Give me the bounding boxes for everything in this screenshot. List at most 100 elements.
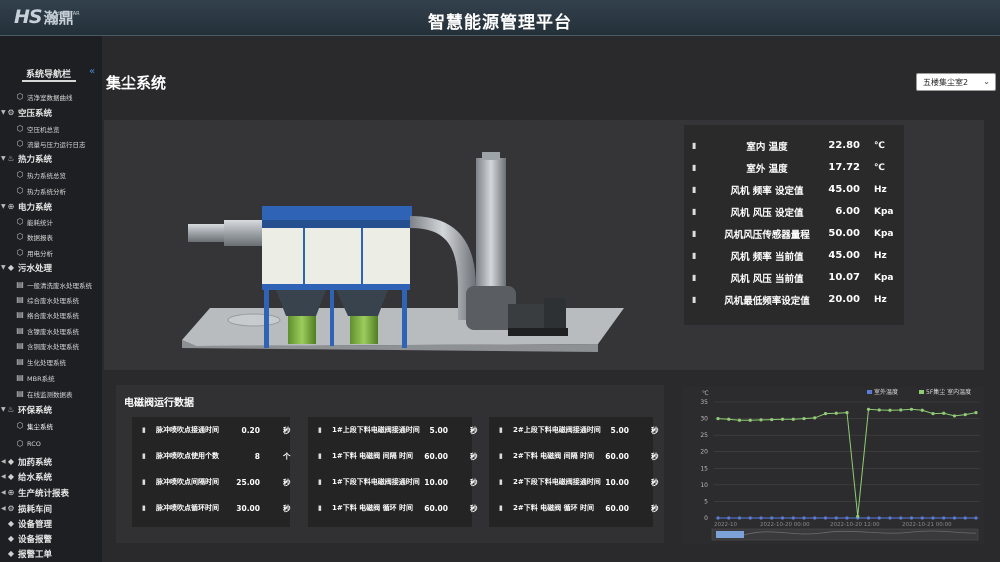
data-point: [974, 516, 978, 520]
sidebar-item-29[interactable]: ◆ 报警工单: [0, 546, 102, 561]
data-point: [942, 516, 946, 520]
dust-collector-illustration: [182, 152, 624, 352]
sidebar-item-label: 报警工单: [18, 549, 53, 560]
data-point: [963, 516, 967, 520]
sidebar-item-label: 集尘系统: [27, 422, 53, 431]
document-icon: ▤: [16, 389, 24, 398]
data-point: [963, 412, 967, 417]
sidebar-item-label: MBR系统: [27, 374, 55, 383]
valve-param-unit: 秒: [651, 451, 659, 461]
data-point: [952, 414, 957, 418]
valve-param-name: 脉冲喷吹点接通时间: [156, 426, 219, 434]
readings-panel: ▮ 室内 温度 22.80 ℃ ▮ 室外 温度 17.72 ℃ ▮ 风机 频率 设定值 45.00 H…: [684, 125, 904, 325]
sidebar-item-4[interactable]: ▼ ♨ 热力系统: [0, 151, 102, 166]
app-title: 智慧能源管理平台: [428, 13, 572, 33]
bracket-icon: ▮: [499, 504, 503, 512]
sidebar-item-0[interactable]: ⬡ 洁净室数据曲线: [0, 89, 102, 104]
sidebar-item-21[interactable]: ⬡ 集尘系统: [0, 418, 102, 433]
sidebar-item-6[interactable]: ⬡ 热力系统分析: [0, 183, 102, 198]
reading-unit: Hz: [874, 294, 887, 305]
room-select[interactable]: 五楼集尘室2 ⌄: [916, 73, 996, 91]
data-point: [845, 516, 849, 520]
data-point: [759, 516, 763, 520]
sidebar-item-7[interactable]: ▼ ⊕ 电力系统: [0, 199, 102, 214]
nav-title-underline: [22, 80, 76, 82]
cube-icon: ⬡: [16, 139, 24, 148]
valve-param-unit: 秒: [283, 503, 291, 513]
double-chevron-left-icon[interactable]: «: [89, 66, 95, 77]
sidebar-item-14[interactable]: ▤ 络合废水处理系统: [0, 307, 102, 322]
data-point: [716, 516, 720, 520]
valve-row: ▮ 2#下段下料电磁阀接通时间 10.00 秒: [489, 473, 659, 491]
reading-unit: ℃: [874, 162, 885, 173]
document-icon: ▤: [16, 310, 24, 319]
sidebar-item-16[interactable]: ▤ 含铜废水处理系统: [0, 338, 102, 353]
valve-param-value: 60.00: [424, 503, 448, 513]
sidebar-item-label: 用电分析: [27, 249, 53, 258]
sidebar-item-20[interactable]: ▼ ♨ 环保系统: [0, 402, 102, 417]
valve-param-name: 2#上段下料电磁阀接通时间: [513, 426, 601, 434]
bracket-icon: ▮: [142, 426, 146, 434]
sidebar-item-8[interactable]: ⬡ 能耗统计: [0, 214, 102, 229]
page-title: 集尘系统: [106, 74, 167, 92]
bracket-icon: ▮: [142, 452, 146, 460]
valve-row: ▮ 2#下料 电磁阀 间隔 时间 60.00 秒: [489, 447, 659, 465]
valve-param-name: 1#上段下料电磁阀接通时间: [332, 426, 420, 434]
bracket-icon: ▮: [692, 273, 697, 282]
sidebar-item-13[interactable]: ▤ 综合废水处理系统: [0, 292, 102, 307]
reading-row: ▮ 风机最低频率设定值 20.00 Hz: [684, 289, 904, 310]
valve-param-unit: 秒: [470, 451, 478, 461]
sidebar-item-2[interactable]: ⬡ 空压机总览: [0, 121, 102, 136]
valve-param-name: 1#下料 电磁阀 循环 时间: [332, 504, 414, 512]
sidebar-item-24[interactable]: ◀ ◆ 给水系统: [0, 469, 102, 484]
data-point: [737, 516, 742, 520]
sidebar-item-label: 热力系统总览: [27, 171, 66, 180]
sidebar-item-25[interactable]: ◀ ⊕ 生产统计报表: [0, 485, 102, 500]
valve-param-value: 60.00: [605, 503, 629, 513]
sidebar-item-label: 含镍废水处理系统: [27, 327, 79, 336]
drops-icon: ◆: [7, 472, 15, 481]
valve-row: ▮ 脉冲喷吹点使用个数 8 个: [132, 447, 291, 465]
data-point: [791, 417, 795, 421]
reading-value: 20.00: [828, 294, 860, 305]
y-tick-label: 10: [700, 482, 708, 489]
reading-name: 室外 温度: [746, 163, 788, 175]
data-point: [909, 407, 914, 411]
valve-panel-title: 电磁阀运行数据: [124, 398, 194, 409]
sidebar-item-1[interactable]: ▼ ⚙ 空压系统: [0, 105, 102, 120]
sidebar-item-label: 热力系统分析: [27, 187, 66, 196]
sidebar-item-10[interactable]: ⬡ 用电分析: [0, 245, 102, 260]
sidebar-item-19[interactable]: ▤ 在线监测数据表: [0, 386, 102, 401]
valve-param-value: 30.00: [236, 503, 260, 513]
bracket-icon: ▮: [692, 163, 697, 172]
sidebar-item-18[interactable]: ▤ MBR系统: [0, 370, 102, 385]
sidebar-item-23[interactable]: ◀ ◆ 加药系统: [0, 454, 102, 469]
data-point: [952, 516, 957, 520]
document-icon: ▤: [16, 357, 24, 366]
data-point: [974, 411, 978, 415]
document-icon: ▤: [16, 280, 24, 289]
valve-param-unit: 秒: [470, 503, 478, 513]
sidebar-item-22[interactable]: ⬡ RCO: [0, 436, 102, 451]
data-point: [737, 418, 742, 422]
sidebar-item-28[interactable]: ◆ 设备报警: [0, 531, 102, 546]
sidebar-item-5[interactable]: ⬡ 热力系统总览: [0, 167, 102, 182]
sidebar-item-12[interactable]: ▤ 一般清洗废水处理系统: [0, 277, 102, 292]
sidebar-item-label: 生化处理系统: [27, 358, 66, 367]
valve-param-name: 1#下料 电磁阀 间隔 时间: [332, 452, 414, 460]
equipment-panel: ▮ 室内 温度 22.80 ℃ ▮ 室外 温度 17.72 ℃ ▮ 风机 频率 设定值 45.00 H…: [104, 120, 984, 370]
sidebar-item-11[interactable]: ▼ ◆ 污水处理: [0, 260, 102, 275]
sidebar-item-27[interactable]: ◆ 设备管理: [0, 516, 102, 531]
sidebar-item-26[interactable]: ◀ ⚙ 损耗车间: [0, 501, 102, 516]
data-point: [748, 516, 752, 520]
sidebar-item-label: 洁净室数据曲线: [27, 93, 73, 102]
zoom-slider-window: [716, 531, 744, 538]
sidebar-item-15[interactable]: ▤ 含镍废水处理系统: [0, 323, 102, 338]
y-tick-label: 0: [704, 515, 708, 522]
sidebar-item-3[interactable]: ⬡ 流量与压力运行日志: [0, 136, 102, 151]
sidebar-item-17[interactable]: ▤ 生化处理系统: [0, 354, 102, 369]
cube-icon: ⬡: [16, 92, 24, 101]
sidebar-item-9[interactable]: ⬡ 数据报表: [0, 229, 102, 244]
valve-param-value: 5.00: [429, 425, 448, 435]
cube-icon: ⬡: [16, 232, 24, 241]
